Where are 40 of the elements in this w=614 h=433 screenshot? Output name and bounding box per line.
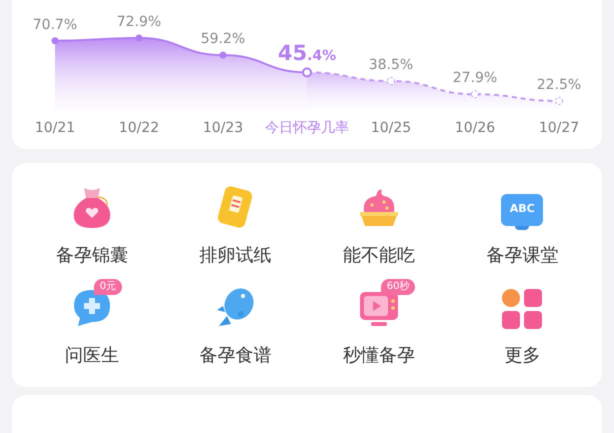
tool-label: 秒懂备孕 [342, 344, 415, 368]
data-point [52, 37, 58, 44]
tool-item[interactable]: ABC 备孕课堂 [450, 175, 594, 276]
date-label: 10/22 [118, 119, 160, 138]
value-label: 59.2% [200, 30, 246, 50]
tool-label: 问医生 [64, 344, 119, 368]
date-label: 今日怀孕几率 [265, 119, 349, 138]
tool-item[interactable]: 更多 [450, 275, 594, 376]
tool-label: 备孕食谱 [199, 344, 272, 368]
tool-label: 排卵试纸 [199, 244, 272, 268]
tool-label: 更多 [504, 344, 540, 368]
data-point [136, 34, 142, 42]
badge: 60秒 [380, 279, 416, 296]
date-label: 10/27 [538, 119, 580, 138]
data-point [302, 67, 312, 78]
value-label: 70.7% [32, 16, 78, 35]
tool-item[interactable]: 备孕锦囊 [20, 175, 164, 276]
tool-label: 能不能吃 [342, 244, 415, 268]
grid-icon [501, 288, 544, 330]
value-label: 27.9% [452, 69, 498, 88]
tool-item[interactable]: 60秒 秒懂备孕 [307, 275, 450, 376]
tool-item[interactable]: 0元 问医生 [20, 275, 164, 376]
value-label: 38.5% [368, 56, 414, 75]
tool-item[interactable]: 排卵试纸 [164, 175, 307, 276]
value-label: 22.5% [536, 76, 582, 95]
data-point [471, 90, 479, 98]
tool-item[interactable]: 备孕食谱 [164, 275, 307, 376]
badge: 0元 [94, 279, 122, 296]
date-label: 10/25 [370, 119, 412, 138]
date-label: 10/26 [454, 119, 496, 138]
tool-item[interactable]: 能不能吃 [307, 175, 450, 276]
date-label: 10/23 [202, 119, 244, 138]
value-label: 72.9% [116, 13, 162, 32]
data-point [387, 77, 395, 85]
tool-label: 备孕锦囊 [56, 244, 128, 268]
tool-label: 备孕课堂 [486, 244, 558, 268]
data-point [220, 52, 226, 59]
value-label: 45.4% [278, 40, 336, 68]
date-label: 10/21 [34, 119, 76, 138]
data-point [555, 97, 563, 105]
